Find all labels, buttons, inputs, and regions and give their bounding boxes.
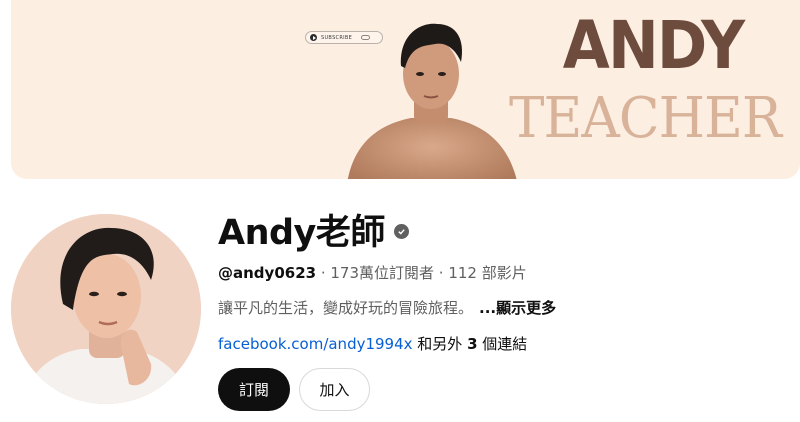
channel-name: Andy老師 [218, 212, 385, 253]
links-count[interactable]: 3 [467, 335, 477, 353]
subscriber-count: 173萬位訂閱者 [330, 264, 435, 282]
join-button[interactable]: 加入 [299, 368, 370, 411]
subscribe-button[interactable]: 訂閱 [218, 368, 290, 411]
links-text-prefix: 和另外 [412, 335, 468, 353]
channel-avatar[interactable] [11, 214, 201, 404]
channel-description[interactable]: 讓平凡的生活，變成好玩的冒險旅程。 ...顯示更多 [218, 297, 556, 318]
meta-separator: · [434, 264, 449, 282]
channel-handle: @andy0623 [218, 264, 317, 282]
channel-links: facebook.com/andy1994x 和另外 3 個連結 [218, 333, 527, 354]
banner-title-teacher: TEACHER [508, 86, 782, 151]
channel-meta: @andy0623 · 173萬位訂閱者 · 112 部影片 [218, 262, 527, 283]
channel-banner: SUBSCRIBE ANDY TEACHER [11, 0, 800, 179]
play-icon [310, 34, 317, 41]
check-circle-icon [393, 223, 409, 239]
links-text-suffix: 個連結 [477, 335, 528, 353]
video-count: 112 部影片 [448, 264, 527, 282]
facebook-link[interactable]: facebook.com/andy1994x [218, 335, 413, 353]
avatar-portrait [11, 214, 201, 404]
channel-title-row: Andy老師 [218, 204, 409, 254]
banner-title-andy: ANDY [562, 7, 745, 84]
description-text: 讓平凡的生活，變成好玩的冒險旅程。 [218, 299, 474, 317]
banner-portrait [347, 23, 517, 179]
show-more-link[interactable]: ...顯示更多 [479, 299, 556, 317]
meta-separator: · [316, 264, 331, 282]
